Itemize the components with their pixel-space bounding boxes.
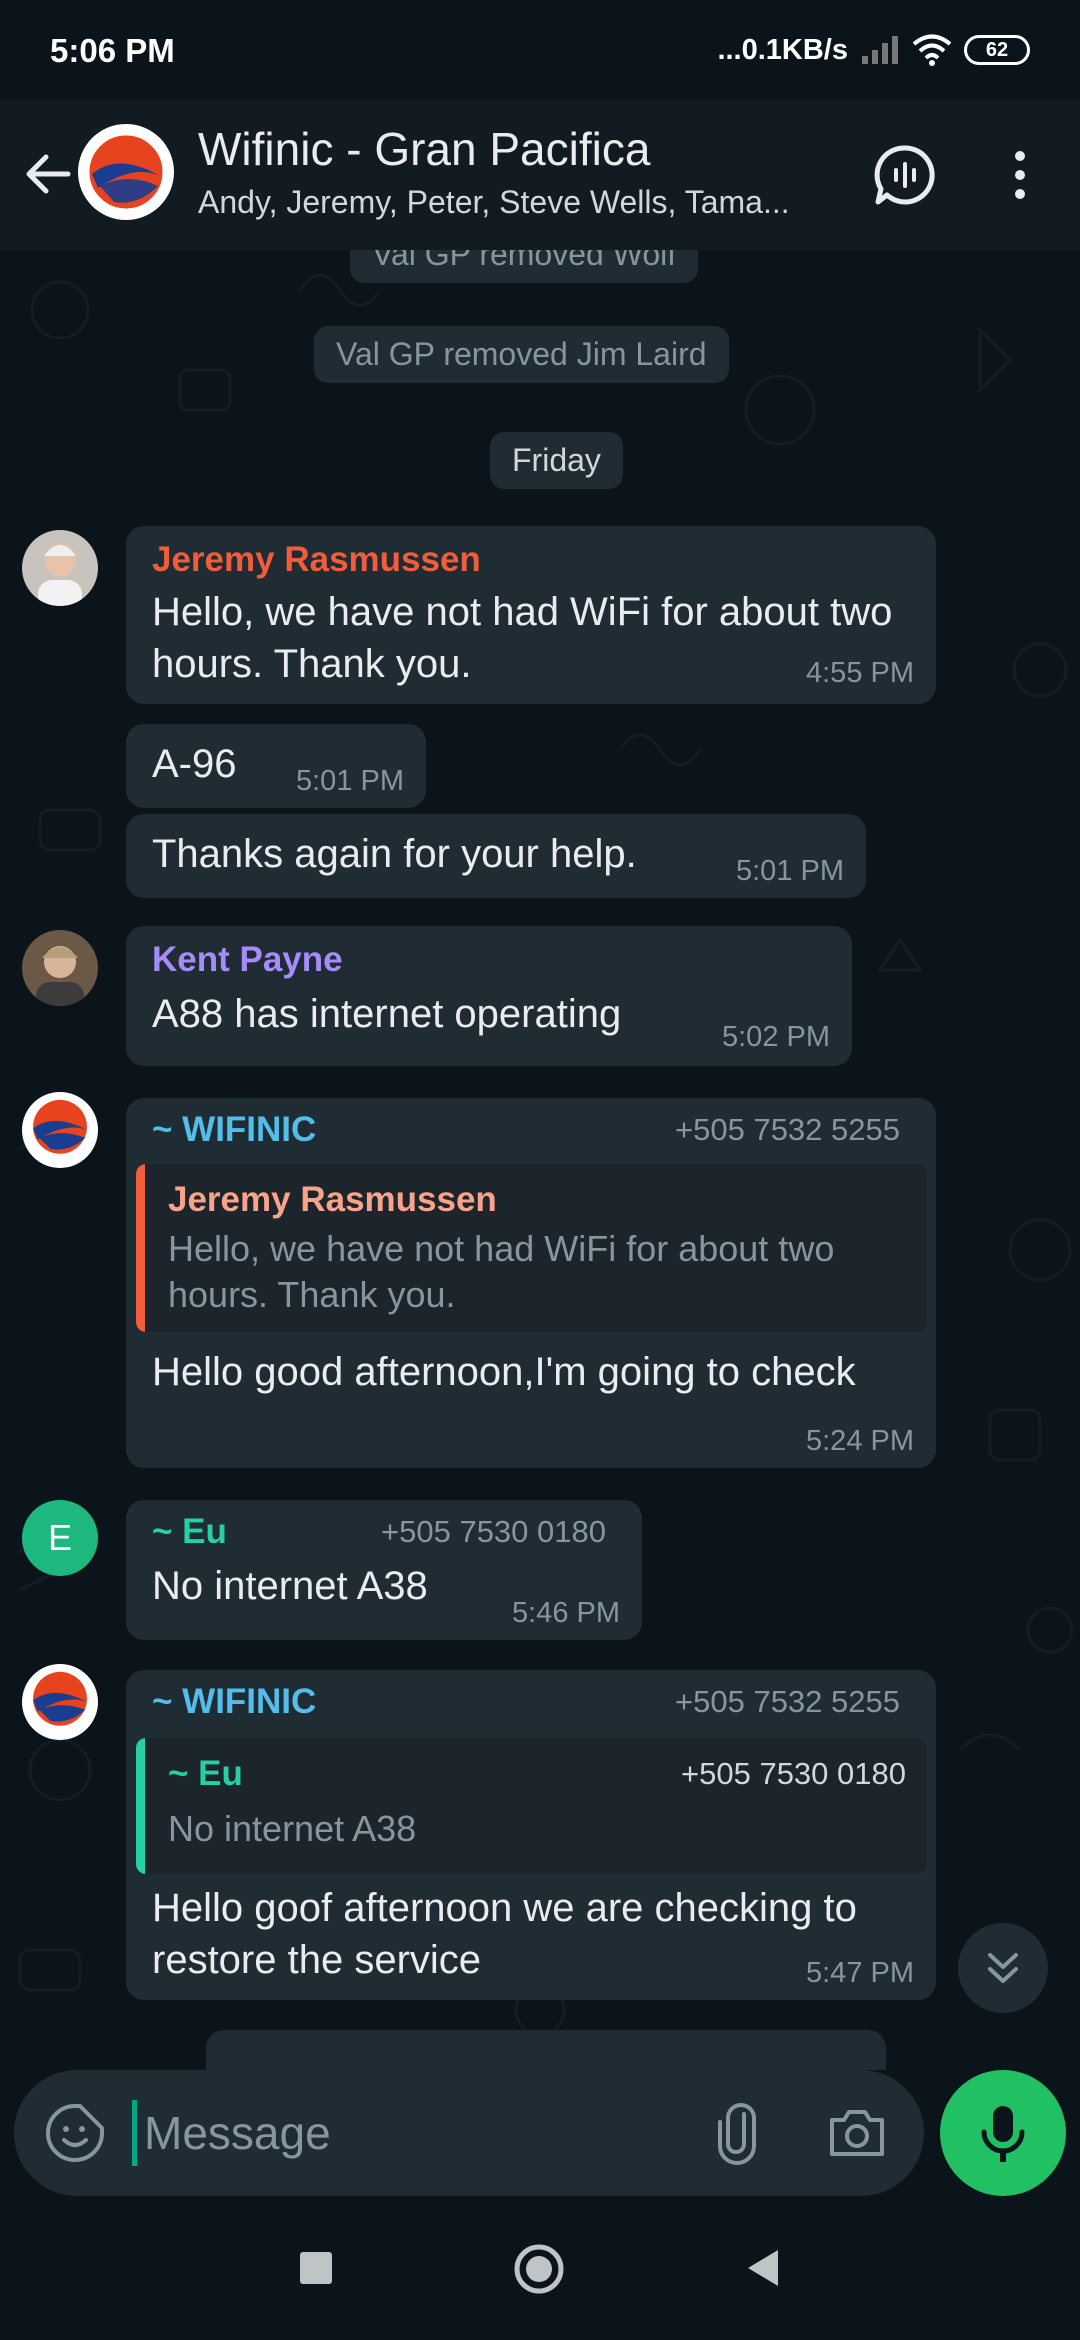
sender-name[interactable]: Kent Payne xyxy=(152,940,343,980)
message-bubble[interactable]: Kent Payne A88 has internet operating 5:… xyxy=(126,926,852,1066)
chat-area[interactable]: Val GP removed Wolf Val GP removed Jim L… xyxy=(0,250,1080,2070)
quote-sender: ~ Eu xyxy=(168,1754,243,1793)
voice-message-button[interactable] xyxy=(940,2070,1066,2196)
message-bubble[interactable]: Jeremy Rasmussen Hello, we have not had … xyxy=(126,526,936,704)
battery-icon: 62 xyxy=(964,35,1030,65)
sender-phone[interactable]: +505 7532 5255 xyxy=(675,1112,900,1148)
message-time: 5:47 PM xyxy=(806,1957,914,1989)
home-icon[interactable] xyxy=(512,2242,566,2296)
message-time: 5:46 PM xyxy=(512,1597,620,1629)
group-avatar[interactable] xyxy=(78,124,174,220)
quote-text: Hello, we have not had WiFi for about tw… xyxy=(168,1228,835,1315)
back-arrow-icon[interactable] xyxy=(18,144,78,204)
status-time: 5:06 PM xyxy=(50,32,175,69)
message-text: No internet A38 xyxy=(152,1564,428,1608)
message-bubble[interactable]: A-96 5:01 PM xyxy=(126,724,426,808)
message-text: A88 has internet operating xyxy=(152,992,622,1036)
sticker-emoji-icon[interactable] xyxy=(44,2102,106,2164)
sender-phone[interactable]: +505 7532 5255 xyxy=(675,1684,900,1720)
chat-header: Wifinic - Gran Pacifica Andy, Jeremy, Pe… xyxy=(0,100,1080,250)
message-bubble[interactable]: ~ WIFINIC +505 7532 5255 Jeremy Rasmusse… xyxy=(126,1098,936,1468)
message-text: Hello good afternoon,I'm going to check xyxy=(152,1350,856,1394)
status-bar: 5:06 PM ...0.1KB/s 62 xyxy=(0,0,1080,100)
message-time: 4:55 PM xyxy=(806,657,914,689)
sender-name[interactable]: ~ WIFINIC xyxy=(152,1110,316,1150)
message-composer xyxy=(14,2070,924,2196)
quote-text: No internet A38 xyxy=(168,1808,417,1849)
message-time: 5:24 PM xyxy=(806,1425,914,1457)
message-bubble[interactable]: ~ WIFINIC +505 7532 5255 ~ Eu +505 7530 … xyxy=(126,1670,936,2000)
attach-icon[interactable] xyxy=(704,2100,770,2166)
message-bubble-partial xyxy=(206,2030,886,2070)
message-input[interactable] xyxy=(144,2100,684,2166)
microphone-icon xyxy=(981,2106,1025,2162)
group-title[interactable]: Wifinic - Gran Pacifica xyxy=(198,122,650,176)
message-text: Hello, we have not had WiFi for about tw… xyxy=(152,590,893,686)
status-right: ...0.1KB/s 62 xyxy=(717,30,1030,70)
message-time: 5:02 PM xyxy=(722,1021,830,1053)
double-chevron-down-icon xyxy=(988,1953,1018,1983)
message-text: Thanks again for your help. xyxy=(152,832,637,876)
message-bubble[interactable]: Thanks again for your help. 5:01 PM xyxy=(126,814,866,898)
avatar-eu[interactable]: E xyxy=(22,1500,98,1576)
quote-sender: Jeremy Rasmussen xyxy=(168,1180,497,1219)
date-divider: Friday xyxy=(490,432,623,489)
more-options-icon[interactable] xyxy=(990,140,1050,210)
network-speed: ...0.1KB/s xyxy=(717,33,848,66)
quote-phone: +505 7530 0180 xyxy=(681,1756,906,1791)
sender-phone[interactable]: +505 7530 0180 xyxy=(381,1514,606,1550)
quote-bar xyxy=(136,1164,145,1332)
recents-icon[interactable] xyxy=(300,2252,332,2284)
sender-name[interactable]: ~ Eu xyxy=(152,1512,227,1552)
avatar-wifinic[interactable] xyxy=(22,1664,98,1740)
avatar-wifinic[interactable] xyxy=(22,1092,98,1168)
message-bubble[interactable]: ~ Eu +505 7530 0180 No internet A38 5:46… xyxy=(126,1500,642,1640)
group-members[interactable]: Andy, Jeremy, Peter, Steve Wells, Tama..… xyxy=(198,184,838,221)
voice-chat-icon[interactable] xyxy=(870,140,940,210)
scroll-to-bottom-button[interactable] xyxy=(958,1923,1048,2013)
text-caret xyxy=(132,2100,137,2166)
wifi-icon xyxy=(912,34,952,66)
message-text: A-96 xyxy=(152,742,237,786)
sender-name[interactable]: ~ WIFINIC xyxy=(152,1682,316,1722)
back-triangle-icon[interactable] xyxy=(742,2246,782,2290)
message-time: 5:01 PM xyxy=(736,855,844,887)
avatar-letter: E xyxy=(47,1517,72,1558)
camera-icon[interactable] xyxy=(824,2100,890,2166)
quoted-message[interactable]: ~ Eu +505 7530 0180 No internet A38 xyxy=(136,1738,926,1874)
system-message: Val GP removed Jim Laird xyxy=(314,326,729,383)
quote-bar xyxy=(136,1738,145,1874)
system-nav-bar xyxy=(0,2210,1080,2340)
message-text: Hello goof afternoon we are checking to … xyxy=(152,1886,857,1982)
wifinic-logo xyxy=(80,126,172,218)
sender-name[interactable]: Jeremy Rasmussen xyxy=(152,540,481,580)
message-time: 5:01 PM xyxy=(296,765,404,797)
system-message: Val GP removed Wolf xyxy=(350,250,699,283)
avatar-kent[interactable] xyxy=(22,930,98,1006)
quoted-message[interactable]: Jeremy Rasmussen Hello, we have not had … xyxy=(136,1164,926,1332)
avatar-jeremy[interactable] xyxy=(22,530,98,606)
signal-icon xyxy=(862,36,898,64)
